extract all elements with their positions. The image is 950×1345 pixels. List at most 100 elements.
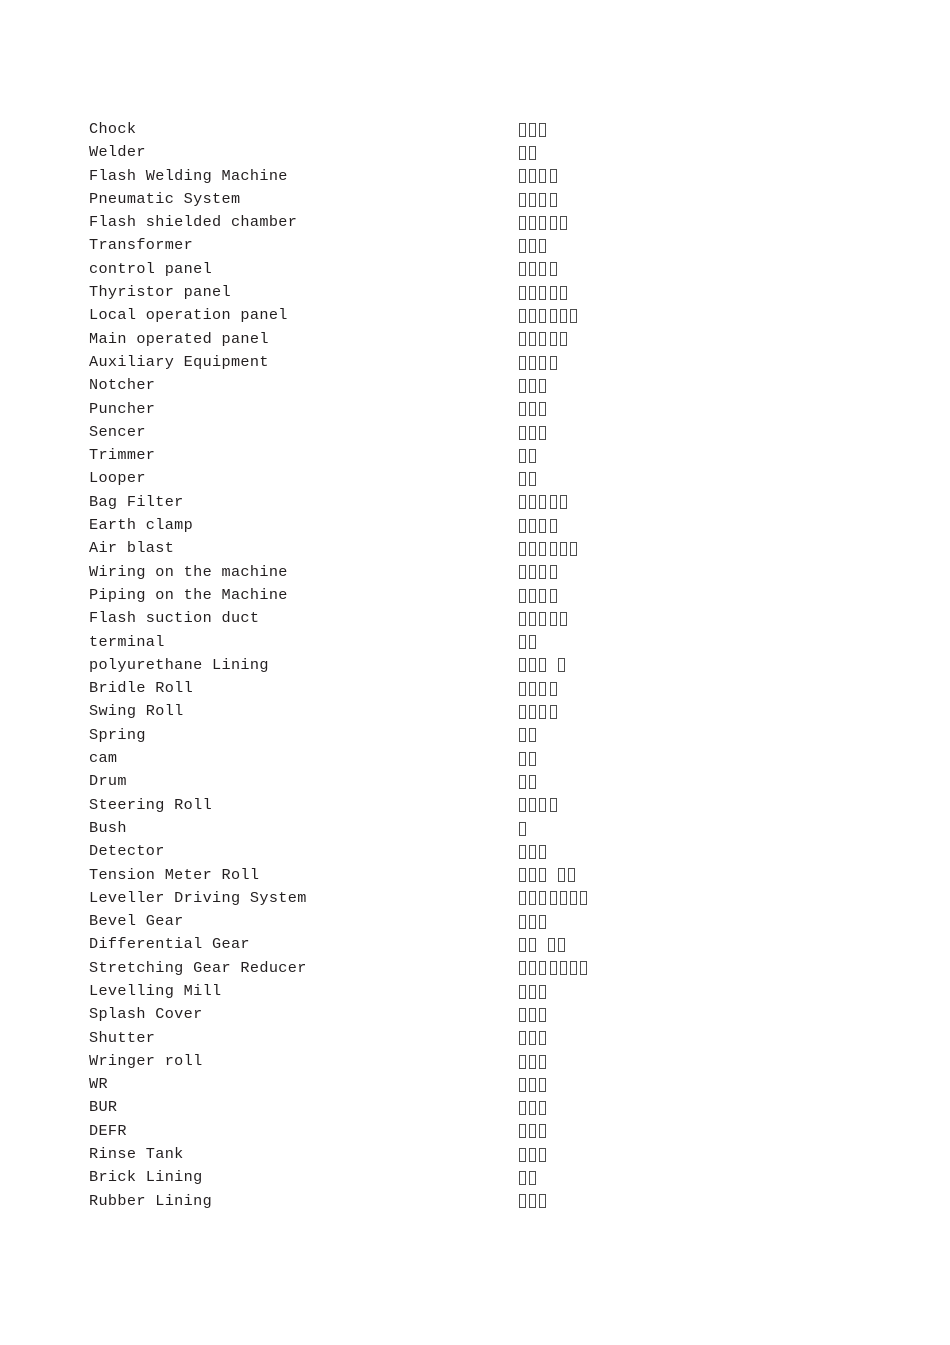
- glossary-row: Drum: [89, 770, 889, 793]
- missing-glyph-box-icon: [529, 402, 537, 417]
- missing-glyph-box-icon: [529, 122, 537, 137]
- term-english: Levelling Mill: [89, 981, 222, 1000]
- missing-glyph-box-icon: [519, 868, 526, 883]
- missing-glyph-box-icon: [557, 868, 565, 883]
- missing-glyph-box-icon: [519, 239, 526, 254]
- missing-glyph-box-icon: [539, 541, 547, 556]
- term-translation: [519, 398, 550, 421]
- term-translation: [519, 444, 539, 467]
- missing-glyph-box-icon: [519, 1124, 526, 1139]
- missing-glyph-box-icon: [519, 588, 526, 603]
- missing-glyph-box-icon: [529, 309, 537, 324]
- missing-glyph-box-icon: [519, 774, 526, 789]
- missing-glyph-box-icon: [549, 192, 557, 207]
- missing-glyph-box-icon: [519, 378, 526, 393]
- missing-glyph-box-icon: [539, 309, 547, 324]
- term-english: Bevel Gear: [89, 912, 184, 931]
- missing-glyph-box-icon: [519, 495, 526, 510]
- term-english: Welder: [89, 143, 146, 162]
- glossary-page: Chock Welder Flash Welding Machine Pneumati…: [0, 0, 950, 1345]
- missing-glyph-box-icon: [529, 588, 537, 603]
- term-translation: [519, 933, 568, 956]
- term-translation: [519, 258, 560, 281]
- missing-glyph-box-icon: [529, 774, 537, 789]
- missing-glyph-box-icon: [519, 541, 526, 556]
- missing-glyph-box-icon: [519, 798, 526, 813]
- term-translation: [519, 887, 590, 910]
- missing-glyph-box-icon: [559, 332, 567, 347]
- missing-glyph-box-icon: [529, 215, 537, 230]
- term-english: Stretching Gear Reducer: [89, 958, 307, 977]
- glossary-row: Splash Cover: [89, 1003, 889, 1026]
- missing-glyph-box-icon: [539, 1101, 547, 1116]
- glossary-row: Spring: [89, 724, 889, 747]
- glossary-entry-list: Chock Welder Flash Welding Machine Pneumati…: [89, 118, 889, 1213]
- missing-glyph-box-icon: [539, 192, 547, 207]
- missing-glyph-box-icon: [539, 1007, 547, 1022]
- missing-glyph-box-icon: [549, 309, 557, 324]
- missing-glyph-box-icon: [580, 891, 588, 906]
- glossary-row: Flash shielded chamber: [89, 211, 889, 234]
- missing-glyph-box-icon: [519, 961, 526, 976]
- glossary-row: Wringer roll: [89, 1050, 889, 1073]
- term-translation: [519, 584, 560, 607]
- glossary-row: Notcher: [89, 374, 889, 397]
- term-english: Earth clamp: [89, 516, 194, 535]
- glossary-row: Differential Gear: [89, 933, 889, 956]
- missing-glyph-box-icon: [539, 611, 547, 626]
- missing-glyph-box-icon: [519, 1031, 526, 1046]
- missing-glyph-box-icon: [539, 495, 547, 510]
- missing-glyph-box-icon: [549, 169, 557, 184]
- term-translation: [519, 351, 560, 374]
- term-translation: [519, 654, 568, 677]
- term-translation: [519, 1027, 550, 1050]
- missing-glyph-box-icon: [519, 285, 526, 300]
- missing-glyph-box-icon: [519, 681, 526, 696]
- missing-glyph-box-icon: [539, 425, 547, 440]
- missing-glyph-box-icon: [529, 1171, 537, 1185]
- missing-glyph-box-icon: [529, 239, 537, 254]
- missing-glyph-box-icon: [529, 1101, 537, 1116]
- term-translation: [519, 188, 560, 211]
- term-english: Shutter: [89, 1028, 156, 1047]
- missing-glyph-box-icon: [539, 565, 547, 580]
- missing-glyph-box-icon: [529, 1124, 537, 1139]
- term-english: Rubber Lining: [89, 1191, 213, 1210]
- missing-glyph-box-icon: [539, 868, 547, 883]
- missing-glyph-box-icon: [539, 1054, 547, 1069]
- missing-glyph-box-icon: [549, 588, 557, 603]
- term-translation: [519, 328, 570, 351]
- term-english: Flash Welding Machine: [89, 166, 288, 185]
- missing-glyph-box-icon: [559, 611, 567, 626]
- missing-glyph-box-icon: [559, 961, 567, 976]
- glossary-row: Chock: [89, 118, 889, 141]
- missing-glyph-box-icon: [529, 844, 537, 859]
- glossary-row: Welder: [89, 141, 889, 164]
- term-english: Notcher: [89, 376, 156, 395]
- glossary-row: Leveller Driving System: [89, 887, 889, 910]
- missing-glyph-box-icon: [549, 565, 557, 580]
- missing-glyph-box-icon: [519, 1147, 526, 1162]
- term-translation: [519, 234, 550, 257]
- missing-glyph-box-icon: [569, 309, 577, 324]
- term-english: Bag Filter: [89, 492, 184, 511]
- missing-glyph-box-icon: [529, 285, 537, 300]
- term-english: Puncher: [89, 399, 156, 418]
- glossary-row: Bevel Gear: [89, 910, 889, 933]
- missing-glyph-box-icon: [529, 1054, 537, 1069]
- glossary-row: Bag Filter: [89, 491, 889, 514]
- term-english: Bridle Roll: [89, 679, 194, 698]
- term-english: Sencer: [89, 422, 146, 441]
- translation-space: [550, 869, 558, 881]
- term-english: Flash shielded chamber: [89, 213, 298, 232]
- missing-glyph-box-icon: [519, 938, 526, 953]
- missing-glyph-box-icon: [529, 448, 537, 463]
- missing-glyph-box-icon: [519, 1101, 526, 1116]
- missing-glyph-box-icon: [549, 611, 557, 626]
- glossary-row: polyurethane Lining: [89, 654, 889, 677]
- missing-glyph-box-icon: [569, 891, 577, 906]
- term-translation: [519, 165, 560, 188]
- glossary-row: Auxiliary Equipment: [89, 351, 889, 374]
- missing-glyph-box-icon: [539, 844, 547, 859]
- glossary-row: Earth clamp: [89, 514, 889, 537]
